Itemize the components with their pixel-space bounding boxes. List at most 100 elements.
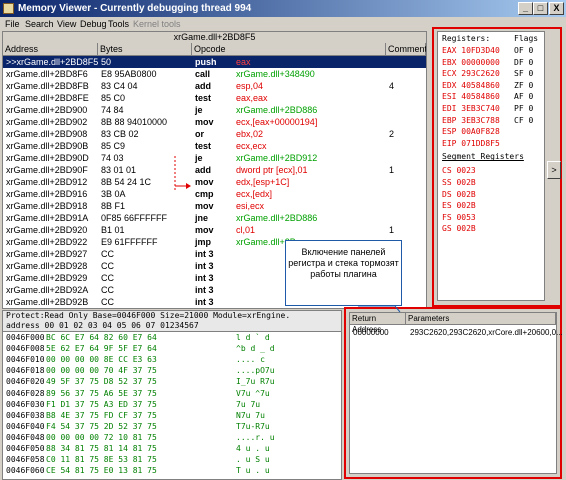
menu-debug[interactable]: Debug <box>80 17 107 31</box>
expand-registers-button[interactable]: > <box>547 161 561 179</box>
register-value: ESI 40584860 <box>442 92 500 102</box>
maximize-button[interactable]: □ <box>533 2 548 15</box>
segment-value: SS 002B <box>442 178 476 187</box>
menu-search[interactable]: Search <box>25 17 54 31</box>
memory-row[interactable]: 0046F008 5E 62 E7 64 9F 5F E7 64 ^b d _ d <box>6 344 275 354</box>
register-value: EIP 071DD8F5 <box>442 138 500 148</box>
memory-row[interactable]: 0046F040 F4 54 37 75 2D 52 37 75 T7u-R7u <box>6 422 270 432</box>
row-address: xrGame.dll+2BD918 <box>6 201 88 211</box>
disassembler-row[interactable]: xrGame.dll+2BD90D 74 03 je xrGame.dll+2BD91… <box>3 152 426 164</box>
disassembler-row[interactable]: xrGame.dll+2BD908 83 CB 02 or ebx,02 2 <box>3 128 426 140</box>
disassembler-row[interactable]: >>xrGame.dll+2BD8F5 50 push eax <box>3 56 426 68</box>
memory-row[interactable]: 0046F038 B8 4E 37 75 FD CF 37 75 N7u 7u <box>6 411 265 421</box>
disassembler-row[interactable]: xrGame.dll+2BD90B 85 C9 test ecx,ecx <box>3 140 426 152</box>
memory-info: Protect:Read Only Base=0046F000 Size=210… <box>6 311 291 320</box>
memory-hex: 89 56 37 75 A6 5E 37 75 <box>46 388 157 398</box>
column-comment[interactable]: Comment <box>386 43 426 55</box>
row-mnemonic: mov <box>195 225 214 235</box>
disassembler-row[interactable]: xrGame.dll+2BD8FB 83 C4 04 add esp,04 4 <box>3 80 426 92</box>
disassembler-row[interactable]: xrGame.dll+2BD91A 0F85 66FFFFFF jne xrGame.… <box>3 212 426 224</box>
register-line[interactable]: EIP 071DD8F5 <box>442 139 500 149</box>
memory-row[interactable]: 0046F000 BC 6C E7 64 82 60 E7 64 l d ` d <box>6 333 270 343</box>
disassembler-row[interactable]: xrGame.dll+2BD8FE 85 C0 test eax,eax <box>3 92 426 104</box>
row-mnemonic: mov <box>195 201 214 211</box>
register-line[interactable]: ESI 40584860 AF 0 <box>442 92 533 102</box>
memory-row[interactable]: 0046F048 00 00 00 00 72 10 81 75 ....r. u <box>6 433 275 443</box>
memory-address: 0046F030 <box>6 399 45 409</box>
row-mnemonic: je <box>195 153 203 163</box>
flag-value: OF 0 <box>514 46 534 55</box>
segment-register[interactable]: SS 002B <box>442 178 476 188</box>
row-operands: ecx,[edx] <box>236 189 273 199</box>
row-operands: dword ptr [ecx],01 <box>236 165 308 175</box>
row-address: xrGame.dll+2BD8FE <box>6 93 89 103</box>
flag-value: CF 0 <box>514 115 534 125</box>
memory-ascii: .... c <box>236 355 265 365</box>
disassembler-row[interactable]: xrGame.dll+2BD918 8B F1 mov esi,ecx <box>3 200 426 212</box>
segment-register[interactable]: GS 002B <box>442 224 476 234</box>
column-return-address[interactable]: Return Address <box>350 313 406 334</box>
disassembler-row[interactable]: xrGame.dll+2BD90F 83 01 01 add dword ptr [e… <box>3 164 426 176</box>
stack-panel: Return Address Parameters 00000000 293C26… <box>344 307 563 479</box>
column-parameters[interactable]: Parameters <box>406 313 556 324</box>
disassembler-row[interactable]: xrGame.dll+2BD912 8B 54 24 1C mov edx,[esp+… <box>3 176 426 188</box>
row-bytes: 85 C9 <box>101 141 126 151</box>
disassembler-row[interactable]: xrGame.dll+2BD900 74 84 je xrGame.dll+2BD88… <box>3 104 426 116</box>
segment-register[interactable]: CS 0023 <box>442 166 476 176</box>
memory-row[interactable]: 0046F018 00 00 00 00 70 4F 37 75 ....pO7u <box>6 366 275 376</box>
memory-ascii: V7u ^7u <box>236 388 270 398</box>
register-line[interactable]: EDX 40584860 ZF 0 <box>442 81 533 91</box>
disassembler-row[interactable]: xrGame.dll+2BD902 8B 88 94010000 mov ecx,[e… <box>3 116 426 128</box>
column-bytes[interactable]: Bytes <box>98 43 192 55</box>
memory-ascii: T7u-R7u <box>236 421 270 431</box>
memory-row[interactable]: 0046F058 C0 11 81 75 8E 53 81 75 . u S u <box>6 455 270 465</box>
row-comment: 4 <box>389 81 395 91</box>
minimize-button[interactable]: _ <box>518 2 533 15</box>
segment-register[interactable]: ES 002B <box>442 201 476 211</box>
close-button[interactable]: X <box>549 2 564 15</box>
disassembler-row[interactable]: xrGame.dll+2BD8F6 E8 95AB0800 call xrGame.d… <box>3 68 426 80</box>
memory-columns: address 00 01 02 03 04 05 06 07 01234567 <box>6 321 199 330</box>
disassembler-row[interactable]: xrGame.dll+2BD920 B1 01 mov cl,01 1 <box>3 224 426 236</box>
register-value: EAX 10FD3D40 <box>442 46 500 55</box>
register-value: EDI 3EB3C740 <box>442 104 500 113</box>
row-mnemonic: je <box>195 105 203 115</box>
register-line[interactable]: EDI 3EB3C740 PF 0 <box>442 104 533 114</box>
row-bytes: 85 C0 <box>101 93 126 103</box>
row-mnemonic: cmp <box>195 189 214 199</box>
menu-file[interactable]: File <box>5 17 20 31</box>
register-line[interactable]: ESP 00A0F828 <box>442 127 500 137</box>
row-mnemonic: int 3 <box>195 249 214 259</box>
row-operands: edx,[esp+1C] <box>236 177 290 187</box>
column-opcode[interactable]: Opcode <box>192 43 386 55</box>
memory-row[interactable]: 0046F028 89 56 37 75 A6 5E 37 75 V7u ^7u <box>6 389 270 399</box>
memory-row[interactable]: 0046F010 00 00 00 00 8E CC E3 63 .... c <box>6 355 265 365</box>
segment-value: ES 002B <box>442 201 476 211</box>
row-bytes: 83 CB 02 <box>101 129 139 139</box>
flag-value: DF 0 <box>514 57 534 67</box>
memory-ascii: 7u 7u <box>236 399 261 409</box>
segment-register[interactable]: DS 002B <box>442 190 476 200</box>
title-bar[interactable]: Memory Viewer - Currently debugging thre… <box>0 0 566 17</box>
row-address: xrGame.dll+2BD8F6 <box>6 69 88 79</box>
segment-register[interactable]: FS 0053 <box>442 213 476 223</box>
memory-row[interactable]: 0046F020 49 5F 37 75 D8 52 37 75 I_7u R7u <box>6 377 275 387</box>
memory-row[interactable]: 0046F030 F1 D1 37 75 A3 ED 37 75 7u 7u <box>6 399 260 410</box>
row-operands: eax <box>236 57 251 67</box>
memory-ascii: ....pO7u <box>236 366 275 376</box>
column-address[interactable]: Address <box>3 43 98 55</box>
memory-hex: 49 5F 37 75 D8 52 37 75 <box>46 377 157 387</box>
memory-row[interactable]: 0046F060 CE 54 81 75 E0 13 81 75 T u . u <box>6 466 270 476</box>
memory-hex: 00 00 00 00 72 10 81 75 <box>46 432 157 442</box>
register-line[interactable]: ECX 293C2620 SF 0 <box>442 69 533 79</box>
register-line[interactable]: EAX 10FD3D40 OF 0 <box>442 46 533 56</box>
memory-hex: 5E 62 E7 64 9F 5F E7 64 <box>46 344 157 354</box>
menu-kernel-tools[interactable]: Kernel tools <box>133 17 181 31</box>
menu-tools[interactable]: Tools <box>108 17 129 31</box>
register-line[interactable]: EBP 3EB3C788 CF 0 <box>442 116 533 126</box>
register-line[interactable]: EBX 00000000 DF 0 <box>442 58 533 68</box>
disassembler-row[interactable]: xrGame.dll+2BD916 3B 0A cmp ecx,[edx] <box>3 188 426 200</box>
menu-view[interactable]: View <box>57 17 76 31</box>
row-address: xrGame.dll+2BD927 <box>6 249 88 259</box>
memory-row[interactable]: 0046F050 88 34 81 75 81 14 81 75 4 u . u <box>6 444 270 454</box>
